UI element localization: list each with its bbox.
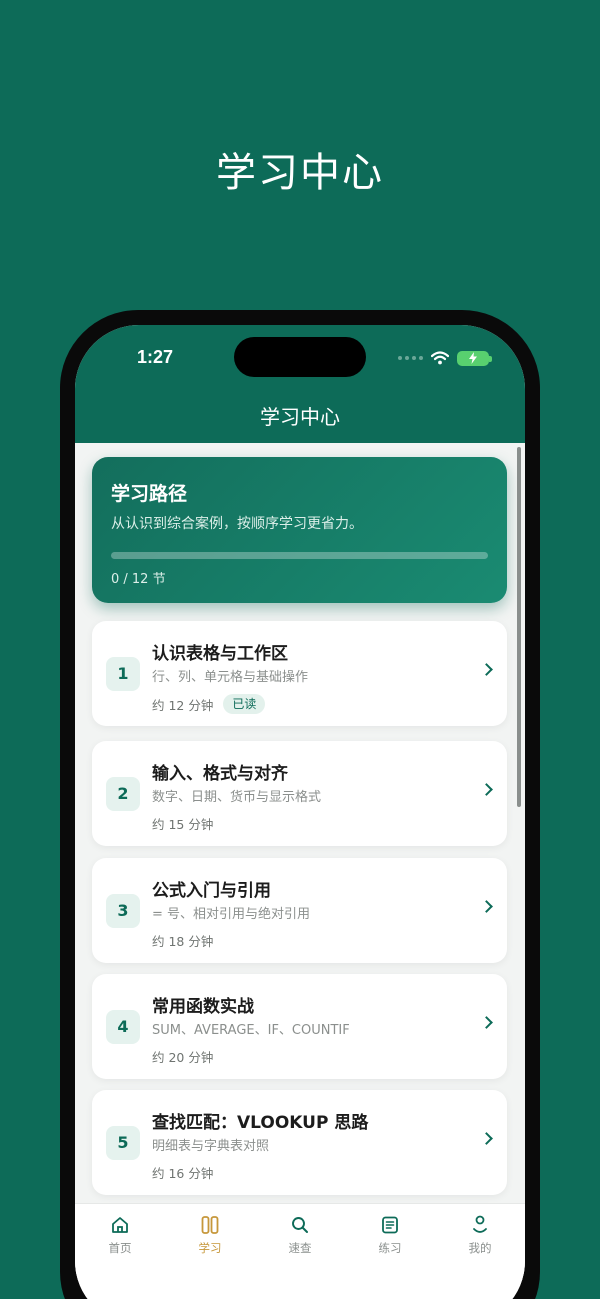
cellular-signal-icon — [398, 356, 423, 360]
lesson-meta: 约 16 分钟 — [152, 1163, 213, 1182]
profile-icon — [473, 1215, 487, 1233]
lesson-card-3[interactable]: 3 公式入门与引用 = 号、相对引用与绝对引用 约 18 分钟 — [92, 858, 507, 963]
lesson-number: 2 — [106, 777, 140, 811]
charging-bolt-icon — [469, 352, 477, 364]
status-bar: 1:27 — [75, 325, 525, 395]
dynamic-island — [234, 337, 366, 377]
lesson-duration: 约 18 分钟 — [152, 934, 214, 949]
lesson-meta: 约 18 分钟 — [152, 931, 213, 950]
chevron-right-icon — [480, 783, 493, 796]
lesson-title: 查找匹配：VLOOKUP 思路 — [152, 1113, 369, 1133]
scrollbar[interactable] — [517, 447, 521, 807]
lesson-meta: 约 20 分钟 — [152, 1047, 213, 1066]
lesson-meta: 约 15 分钟 — [152, 814, 213, 833]
lesson-meta: 约 12 分钟 已读 — [152, 694, 266, 714]
book-icon — [201, 1216, 219, 1234]
lesson-description: 行、列、单元格与基础操作 — [152, 670, 309, 685]
tab-label: 速查 — [288, 1241, 312, 1255]
chevron-right-icon — [480, 663, 493, 676]
lesson-duration: 约 20 分钟 — [152, 1050, 214, 1065]
lesson-title: 认识表格与工作区 — [152, 644, 288, 664]
lesson-card-1[interactable]: 1 认识表格与工作区 行、列、单元格与基础操作 约 12 分钟 已读 — [92, 621, 507, 726]
lesson-duration: 约 16 分钟 — [152, 1166, 214, 1181]
hero-title: 学习中心 — [216, 150, 384, 196]
lesson-description: 数字、日期、货币与显示格式 — [152, 790, 322, 805]
path-title: 学习路径 — [111, 483, 188, 505]
tab-bar: 首页 学习 速查 练习 我的 — [75, 1203, 525, 1299]
lesson-card-5[interactable]: 5 查找匹配：VLOOKUP 思路 明细表与字典表对照 约 16 分钟 — [92, 1090, 507, 1195]
home-icon — [112, 1217, 128, 1233]
tab-practice[interactable]: 练习 — [345, 1204, 435, 1299]
lesson-card-4[interactable]: 4 常用函数实战 SUM、AVERAGE、IF、COUNTIF 约 20 分钟 — [92, 974, 507, 1079]
tab-label: 学习 — [198, 1241, 222, 1255]
lesson-number: 3 — [106, 894, 140, 928]
lesson-number: 1 — [106, 657, 140, 691]
notes-icon — [382, 1216, 398, 1234]
path-progress-text: 0 / 12 节 — [111, 572, 166, 587]
learning-path-card[interactable]: 学习路径 从认识到综合案例，按顺序学习更省力。 0 / 12 节 — [92, 457, 507, 603]
tab-profile[interactable]: 我的 — [435, 1204, 525, 1299]
phone-screen: 1:27 学习中心 学习路径 从认识到综合案例，按顺序学习更省力。 0 / 12… — [75, 325, 525, 1299]
path-progress-bar — [111, 552, 488, 559]
search-icon — [292, 1217, 308, 1233]
wifi-icon — [431, 351, 449, 365]
path-subtitle: 从认识到综合案例，按顺序学习更省力。 — [111, 516, 363, 532]
tab-learn[interactable]: 学习 — [165, 1204, 255, 1299]
lesson-number: 5 — [106, 1126, 140, 1160]
status-time: 1:27 — [137, 347, 174, 367]
tab-lookup[interactable]: 速查 — [255, 1204, 345, 1299]
lesson-duration: 约 12 分钟 — [152, 697, 214, 713]
read-badge: 已读 — [223, 694, 266, 714]
lesson-duration: 约 15 分钟 — [152, 817, 214, 832]
lesson-description: SUM、AVERAGE、IF、COUNTIF — [152, 1023, 350, 1038]
lesson-number: 4 — [106, 1010, 140, 1044]
lesson-title: 公式入门与引用 — [152, 881, 271, 901]
tab-label: 首页 — [108, 1241, 132, 1255]
lesson-list-scroll[interactable]: 学习路径 从认识到综合案例，按顺序学习更省力。 0 / 12 节 1 认识表格与… — [75, 443, 525, 1203]
nav-title: 学习中心 — [75, 395, 525, 443]
lesson-description: 明细表与字典表对照 — [152, 1139, 270, 1154]
lesson-description: = 号、相对引用与绝对引用 — [152, 907, 311, 922]
chevron-right-icon — [480, 1016, 493, 1029]
lesson-title: 输入、格式与对齐 — [152, 764, 288, 784]
chevron-right-icon — [480, 900, 493, 913]
tab-label: 练习 — [378, 1241, 402, 1255]
tab-label: 我的 — [468, 1241, 492, 1255]
battery-icon — [457, 350, 492, 366]
chevron-right-icon — [480, 1132, 493, 1145]
tab-home[interactable]: 首页 — [75, 1204, 165, 1299]
lesson-title: 常用函数实战 — [152, 997, 254, 1017]
lesson-card-2[interactable]: 2 输入、格式与对齐 数字、日期、货币与显示格式 约 15 分钟 — [92, 741, 507, 846]
status-indicators — [398, 349, 492, 367]
